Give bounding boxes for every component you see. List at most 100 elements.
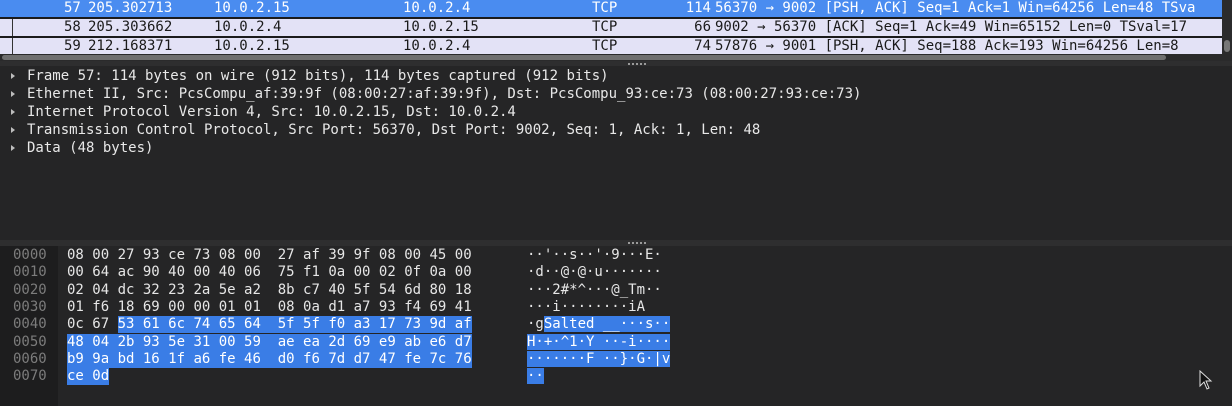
hex-byte[interactable]: 18 xyxy=(118,299,135,316)
hex-byte[interactable]: 7d xyxy=(328,350,354,368)
hex-byte[interactable]: bd xyxy=(117,350,143,368)
hex-byte[interactable]: 06 xyxy=(244,264,261,281)
hex-byte[interactable]: 46 xyxy=(244,350,278,368)
hex-byte[interactable]: 02 xyxy=(379,264,396,281)
hex-byte[interactable]: ab xyxy=(404,333,430,351)
protocol-tree-item[interactable]: Internet Protocol Version 4, Src: 10.0.2… xyxy=(0,103,1232,121)
hex-byte[interactable]: 59 xyxy=(244,333,278,351)
hex-byte[interactable]: 00 xyxy=(455,247,472,264)
packet-bytes-pane[interactable]: 0000 08 00 27 93 ce 73 08 00 27 af 39 9f 08 00 45 00 ··'·… xyxy=(0,246,1232,406)
hex-byte[interactable]: 93 xyxy=(143,247,160,264)
hex-byte[interactable]: 5f xyxy=(354,282,371,299)
hex-byte[interactable]: ce xyxy=(168,247,185,264)
scrollbar-thumb[interactable] xyxy=(1224,40,1230,52)
splitter-grip-icon[interactable] xyxy=(628,63,648,65)
hex-byte[interactable]: 01 xyxy=(219,299,236,316)
hex-byte[interactable]: 45 xyxy=(429,247,446,264)
hex-byte[interactable]: 73 xyxy=(404,316,430,334)
ascii-dump-line[interactable]: ·gSalted __···s·· xyxy=(527,316,671,333)
expand-triangle-icon[interactable] xyxy=(11,145,15,151)
hex-byte[interactable]: 08 xyxy=(67,247,84,264)
hex-byte[interactable]: 9d xyxy=(429,316,455,334)
hex-byte[interactable]: 5f xyxy=(303,316,329,334)
hex-byte[interactable]: 7c xyxy=(429,350,455,368)
protocol-tree-item[interactable]: Frame 57: 114 bytes on wire (912 bits), … xyxy=(0,67,1232,85)
hex-byte[interactable]: 01 xyxy=(67,299,84,316)
hex-byte[interactable]: c7 xyxy=(303,282,320,299)
ascii-dump-line[interactable]: ···i········iA xyxy=(527,299,645,316)
hex-byte[interactable]: 39 xyxy=(328,247,345,264)
hex-byte[interactable]: f4 xyxy=(404,299,421,316)
hex-byte[interactable]: ac xyxy=(118,264,135,281)
hex-byte[interactable]: 47 xyxy=(378,350,405,368)
splitter-grip-icon[interactable] xyxy=(628,242,648,244)
hex-byte[interactable]: 90 xyxy=(143,264,160,281)
hex-byte[interactable]: ea xyxy=(303,333,329,351)
hex-byte[interactable]: 6c xyxy=(168,316,194,334)
hex-byte[interactable]: 64 xyxy=(244,316,278,334)
hex-byte[interactable]: 16 xyxy=(142,350,169,368)
hex-byte[interactable]: 01 xyxy=(244,299,261,316)
hex-byte[interactable]: b9 xyxy=(67,350,93,368)
hex-byte[interactable]: 08 xyxy=(219,247,236,264)
hex-byte[interactable]: 00 xyxy=(244,247,261,264)
scrollbar-thumb[interactable] xyxy=(2,55,1166,60)
packet-row[interactable]: 58 205.303662 10.0.2.4 10.0.2.15 TCP 66 9002 →… xyxy=(0,19,1222,36)
ascii-dump-line[interactable]: H·+·^1·Y ··-i···· xyxy=(527,333,671,351)
hex-byte[interactable]: 18 xyxy=(455,282,472,299)
expand-triangle-icon[interactable] xyxy=(11,127,15,133)
ascii-dump-line[interactable]: ·d··@·@·u······· xyxy=(527,264,662,281)
hex-byte[interactable]: 0c xyxy=(67,316,84,333)
hex-byte[interactable]: 00 xyxy=(92,247,109,264)
hex-byte[interactable]: d1 xyxy=(328,299,345,316)
hex-byte[interactable]: a2 xyxy=(244,282,261,299)
hex-byte[interactable]: 40 xyxy=(219,264,236,281)
hex-byte[interactable]: 69 xyxy=(353,333,379,351)
hex-byte[interactable]: d0 xyxy=(277,350,304,368)
hex-byte[interactable]: af xyxy=(454,316,472,334)
packet-list-horizontal-scrollbar[interactable] xyxy=(0,54,1232,61)
hex-byte[interactable]: 00 xyxy=(218,333,245,351)
hex-byte[interactable]: 69 xyxy=(143,299,160,316)
hex-byte[interactable]: a6 xyxy=(193,350,219,368)
hex-byte[interactable]: 40 xyxy=(168,264,185,281)
hex-byte[interactable]: 80 xyxy=(429,282,446,299)
hex-byte[interactable]: f6 xyxy=(92,299,109,316)
hex-byte[interactable]: 75 xyxy=(278,264,295,281)
hex-byte[interactable]: 0f xyxy=(404,264,421,281)
hex-byte[interactable]: 2a xyxy=(193,282,210,299)
hex-byte[interactable]: 08 xyxy=(278,299,295,316)
hex-byte[interactable]: 48 xyxy=(67,333,93,351)
hex-byte[interactable]: 23 xyxy=(168,282,185,299)
hex-byte[interactable]: 00 xyxy=(168,299,185,316)
hex-byte[interactable]: 8b xyxy=(278,282,295,299)
hex-byte[interactable]: a3 xyxy=(353,316,379,334)
hex-byte[interactable]: 08 xyxy=(379,247,396,264)
ascii-dump-line[interactable]: ·· xyxy=(527,368,544,385)
hex-byte[interactable]: 9f xyxy=(354,247,371,264)
hex-byte[interactable]: 93 xyxy=(379,299,396,316)
hex-byte[interactable]: 00 xyxy=(404,247,421,264)
hex-byte[interactable]: 0d xyxy=(92,368,110,386)
hex-byte[interactable]: 27 xyxy=(278,247,295,264)
hex-byte[interactable]: 69 xyxy=(429,299,446,316)
hex-byte[interactable]: 74 xyxy=(193,316,219,334)
hex-byte[interactable]: 41 xyxy=(455,299,472,316)
hex-byte[interactable]: 67 xyxy=(92,316,109,333)
hex-byte[interactable]: 00 xyxy=(455,264,472,281)
hex-byte[interactable]: fe xyxy=(218,350,245,368)
hex-byte[interactable]: 2d xyxy=(328,333,354,351)
hex-byte[interactable]: 17 xyxy=(378,316,405,334)
hex-byte[interactable]: 93 xyxy=(142,333,169,351)
packet-list[interactable]: 57 205.302713 10.0.2.15 10.0.2.4 TCP 114 56370… xyxy=(0,0,1232,54)
hex-byte[interactable]: 1f xyxy=(168,350,194,368)
hex-byte[interactable]: 76 xyxy=(454,350,472,368)
expand-triangle-icon[interactable] xyxy=(11,73,15,79)
hex-byte[interactable]: 0a xyxy=(303,299,320,316)
hex-byte[interactable]: 73 xyxy=(193,247,210,264)
hex-byte[interactable]: 5f xyxy=(277,316,304,334)
hex-byte[interactable]: 27 xyxy=(118,247,135,264)
hex-byte[interactable]: 65 xyxy=(218,316,245,334)
hex-byte[interactable]: 64 xyxy=(92,264,109,281)
hex-byte[interactable]: 6d xyxy=(404,282,421,299)
